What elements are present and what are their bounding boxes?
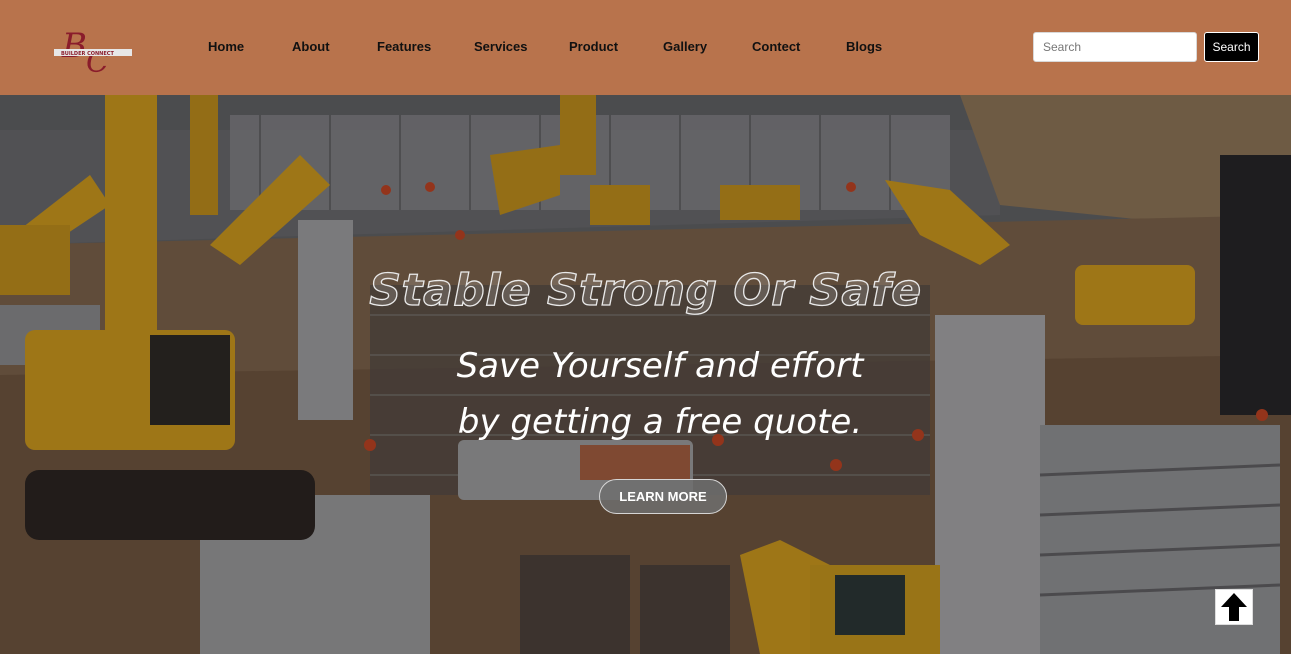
brand-logo[interactable]: B C BUILDER CONNECT: [52, 22, 134, 80]
hero-subtitle: Save Yourself and effort by getting a fr…: [456, 346, 864, 442]
svg-text:BUILDER CONNECT: BUILDER CONNECT: [61, 51, 114, 57]
search-button[interactable]: Search: [1204, 32, 1259, 62]
hero-title: Stable Strong Or Safe: [369, 264, 922, 316]
learn-more-button[interactable]: LEARN MORE: [599, 479, 727, 514]
nav-features[interactable]: Features: [377, 39, 431, 54]
navbar: B C BUILDER CONNECT Home About Features …: [0, 0, 1291, 95]
nav-product[interactable]: Product: [569, 39, 618, 54]
nav-gallery[interactable]: Gallery: [663, 39, 707, 54]
nav-services[interactable]: Services: [474, 39, 528, 54]
back-to-top-button[interactable]: [1215, 589, 1253, 625]
nav-home[interactable]: Home: [208, 39, 244, 54]
nav-contect[interactable]: Contect: [752, 39, 800, 54]
svg-text:B: B: [61, 26, 87, 66]
nav-about[interactable]: About: [292, 39, 330, 54]
nav-blogs[interactable]: Blogs: [846, 39, 882, 54]
search-input[interactable]: [1033, 32, 1197, 62]
arrow-up-icon: [1221, 593, 1247, 621]
hero-section: Stable Strong Or Safe Save Yourself and …: [0, 95, 1291, 654]
